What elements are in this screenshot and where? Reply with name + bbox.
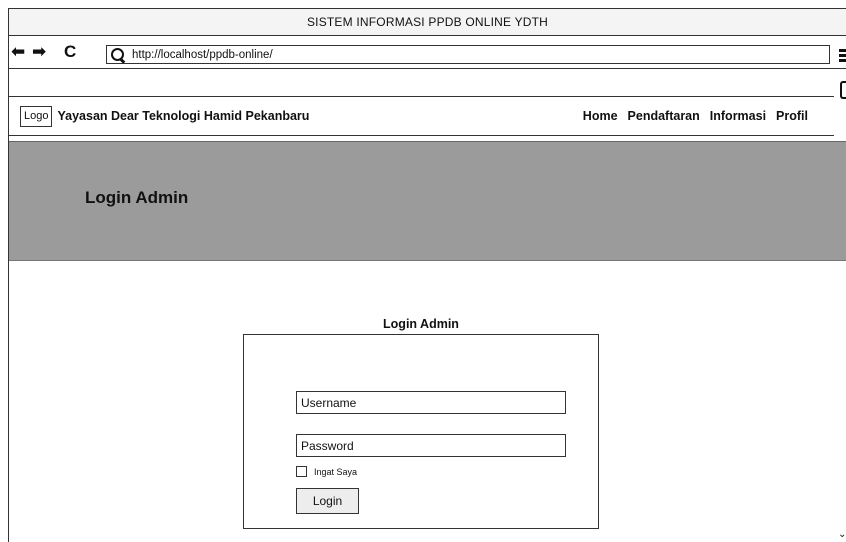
- remember-me-label: Ingat Saya: [314, 466, 358, 477]
- password-input[interactable]: [296, 434, 566, 457]
- browser-toolbar: ⬅ ➡ C http://localhost/ppdb-online/: [9, 37, 846, 69]
- address-url: http://localhost/ppdb-online/: [132, 48, 273, 61]
- nav-link-informasi[interactable]: Informasi: [710, 109, 766, 123]
- site-header: Logo Yayasan Dear Teknologi Hamid Pekanb…: [9, 96, 834, 136]
- hero-banner: Login Admin: [9, 141, 846, 261]
- remember-me[interactable]: Ingat Saya: [296, 466, 357, 477]
- window-title: SISTEM INFORMASI PPDB ONLINE YDTH: [306, 15, 549, 29]
- hero-title: Login Admin: [85, 188, 189, 207]
- username-input[interactable]: [296, 391, 566, 414]
- remember-me-checkbox[interactable]: [296, 466, 307, 477]
- nav-link-home[interactable]: Home: [583, 109, 618, 123]
- login-form: Ingat Saya Login: [243, 334, 599, 529]
- main-nav: Home Pendaftaran Informasi Profil: [583, 109, 808, 123]
- login-button[interactable]: Login: [296, 488, 359, 514]
- search-icon: [110, 47, 126, 63]
- browser-window: SISTEM INFORMASI PPDB ONLINE YDTH ⬅ ➡ C …: [8, 8, 846, 542]
- site-logo: Logo: [20, 105, 53, 127]
- window-titlebar: SISTEM INFORMASI PPDB ONLINE YDTH: [9, 9, 846, 36]
- nav-link-profil[interactable]: Profil: [776, 109, 808, 123]
- reload-icon[interactable]: C: [64, 43, 76, 61]
- scrollbar-down-arrow[interactable]: ⌄: [838, 530, 846, 540]
- address-bar[interactable]: http://localhost/ppdb-online/: [106, 45, 830, 64]
- nav-link-pendaftaran[interactable]: Pendaftaran: [628, 109, 700, 123]
- scrollbar-up-arrow[interactable]: [840, 81, 846, 99]
- arrow-left-icon[interactable]: ⬅: [11, 43, 25, 61]
- arrow-right-icon[interactable]: ➡: [32, 43, 46, 61]
- login-form-title: Login Admin: [383, 317, 459, 331]
- site-name: Yayasan Dear Teknologi Hamid Pekanbaru: [57, 109, 310, 123]
- hamburger-menu-icon[interactable]: [839, 49, 846, 63]
